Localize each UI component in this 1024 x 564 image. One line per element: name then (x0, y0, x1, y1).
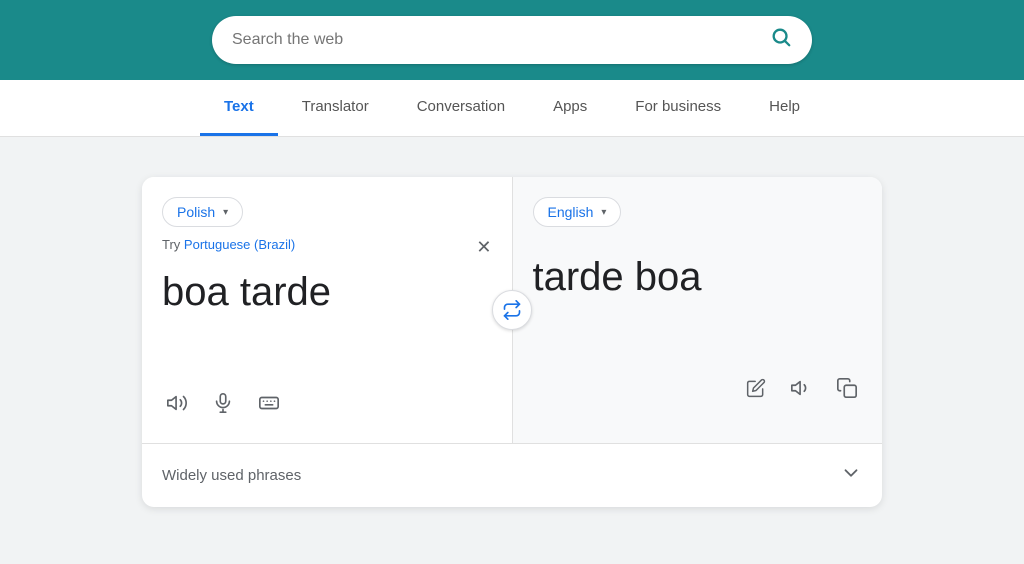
volume-out-button[interactable] (786, 373, 816, 408)
translation-panels: Polish ▾ Try Portuguese (Brazil) ✕ boa t… (142, 177, 882, 443)
target-language-label: English (548, 204, 594, 220)
mic-button[interactable] (208, 388, 238, 423)
tab-translator[interactable]: Translator (278, 80, 393, 136)
source-language-selector[interactable]: Polish ▾ (162, 197, 243, 227)
tab-conversation[interactable]: Conversation (393, 80, 529, 136)
swap-button[interactable] (492, 290, 532, 330)
target-language-selector[interactable]: English ▾ (533, 197, 622, 227)
volume-button[interactable] (162, 388, 192, 423)
edit-button[interactable] (742, 374, 770, 407)
translator-card: Polish ▾ Try Portuguese (Brazil) ✕ boa t… (142, 177, 882, 507)
source-language-chevron-icon: ▾ (223, 207, 228, 218)
clear-button[interactable]: ✕ (476, 237, 491, 258)
phrases-chevron-icon (840, 462, 862, 489)
keyboard-button[interactable] (254, 388, 284, 423)
target-text: tarde boa (533, 253, 863, 353)
copy-button[interactable] (832, 373, 862, 408)
phrases-row[interactable]: Widely used phrases (142, 444, 882, 507)
header (0, 0, 1024, 80)
tab-for-business[interactable]: For business (611, 80, 745, 136)
phrases-label: Widely used phrases (162, 467, 301, 484)
tab-help[interactable]: Help (745, 80, 824, 136)
search-input[interactable] (232, 31, 770, 49)
source-text[interactable]: boa tarde (162, 268, 492, 368)
nav: Text Translator Conversation Apps For bu… (0, 80, 1024, 137)
suggestion-text: Try Portuguese (Brazil) (162, 237, 492, 252)
tab-apps[interactable]: Apps (529, 80, 611, 136)
search-bar (212, 16, 812, 64)
tab-text[interactable]: Text (200, 80, 278, 136)
source-language-label: Polish (177, 204, 215, 220)
main-content: Polish ▾ Try Portuguese (Brazil) ✕ boa t… (0, 137, 1024, 547)
target-icons-row (533, 373, 863, 408)
search-icon[interactable] (770, 26, 792, 54)
suggestion-link[interactable]: Portuguese (Brazil) (184, 237, 295, 252)
source-panel: Polish ▾ Try Portuguese (Brazil) ✕ boa t… (142, 177, 513, 443)
target-panel: English ▾ tarde boa (513, 177, 883, 443)
target-language-chevron-icon: ▾ (601, 207, 606, 218)
source-icons-row (162, 388, 492, 423)
